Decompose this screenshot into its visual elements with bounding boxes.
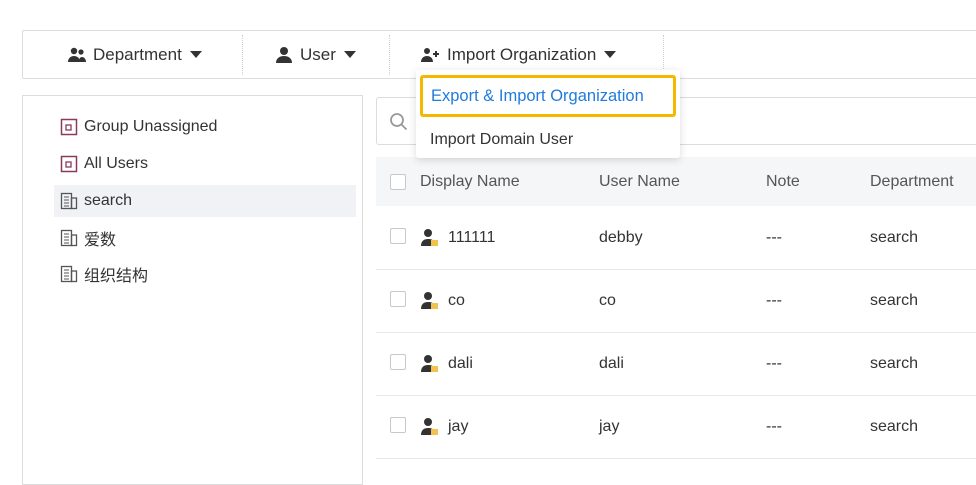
note-cell: --- [766, 354, 782, 372]
chevron-down-icon [189, 51, 202, 58]
group-icon [60, 155, 78, 173]
user-icon [420, 228, 440, 248]
column-header-display-name[interactable]: Display Name [420, 157, 520, 206]
display-name-cell: dali [448, 354, 473, 372]
row-checkbox[interactable] [390, 228, 406, 244]
chevron-down-icon [343, 51, 356, 58]
row-checkbox[interactable] [390, 291, 406, 307]
note-cell: --- [766, 228, 782, 246]
column-header-note[interactable]: Note [766, 157, 800, 206]
tree-item-label: Group Unassigned [84, 118, 218, 135]
user-icon [274, 45, 294, 65]
toolbar-divider [242, 35, 243, 75]
column-header-department[interactable]: Department [870, 157, 954, 206]
department-cell: search [870, 291, 919, 309]
department-cell: search [870, 417, 919, 435]
display-name-cell: co [448, 291, 465, 309]
user-icon [420, 354, 440, 374]
department-cell: search [870, 354, 919, 372]
tree-item-search[interactable]: search [54, 185, 356, 217]
table-row[interactable]: jay jay --- search [376, 395, 976, 459]
tree-item-group-unassigned[interactable]: Group Unassigned [54, 111, 356, 143]
table-row[interactable]: dali dali --- search [376, 332, 976, 396]
user-name-cell: debby [599, 228, 643, 246]
search-icon [389, 112, 409, 132]
user-name-cell: dali [599, 354, 624, 372]
user-name-cell: jay [599, 417, 620, 435]
user-icon [420, 291, 440, 311]
building-icon [60, 229, 78, 247]
import-organization-label: Import Organization [447, 44, 597, 64]
building-icon [60, 265, 78, 283]
note-cell: --- [766, 291, 782, 309]
user-menu-label: User [300, 44, 336, 64]
tree-item-all-users[interactable]: All Users [54, 148, 356, 180]
display-name-cell: 111111 [448, 228, 496, 246]
user-icon [420, 417, 440, 437]
menu-item-import-domain-user[interactable]: Import Domain User [416, 122, 680, 158]
tree-item-org-structure[interactable]: 组织结构 [54, 258, 356, 290]
department-tree: Group Unassigned All Users search 爱数 组织结… [22, 95, 363, 485]
tree-item-label: All Users [84, 155, 149, 172]
import-organization-dropdown: Export & Import Organization Import Doma… [416, 70, 680, 158]
menu-item-export-import-organization[interactable]: Export & Import Organization [420, 75, 676, 117]
user-menu-button[interactable]: User [274, 31, 356, 78]
tree-item-aishu[interactable]: 爱数 [54, 222, 356, 254]
building-icon [60, 192, 78, 210]
user-name-cell: co [599, 291, 616, 309]
department-icon [67, 45, 87, 65]
user-table: Display Name User Name Note Department 1… [376, 157, 976, 477]
department-menu-label: Department [93, 44, 182, 64]
column-header-user-name[interactable]: User Name [599, 157, 680, 206]
department-cell: search [870, 228, 919, 246]
department-menu-button[interactable]: Department [67, 31, 202, 78]
row-checkbox[interactable] [390, 417, 406, 433]
chevron-down-icon [604, 51, 617, 58]
tree-item-label: search [84, 192, 133, 209]
select-all-checkbox[interactable] [390, 174, 406, 190]
table-row[interactable]: co co --- search [376, 269, 976, 333]
note-cell: --- [766, 417, 782, 435]
tree-item-label: 组织结构 [84, 268, 149, 285]
display-name-cell: jay [448, 417, 469, 435]
tree-item-label: 爱数 [84, 232, 117, 249]
toolbar-divider [663, 35, 664, 75]
table-row[interactable]: 111111 debby --- search [376, 206, 976, 270]
row-checkbox[interactable] [390, 354, 406, 370]
toolbar-divider [389, 35, 390, 75]
group-icon [60, 118, 78, 136]
table-header: Display Name User Name Note Department [376, 157, 976, 206]
import-users-icon [421, 45, 441, 65]
